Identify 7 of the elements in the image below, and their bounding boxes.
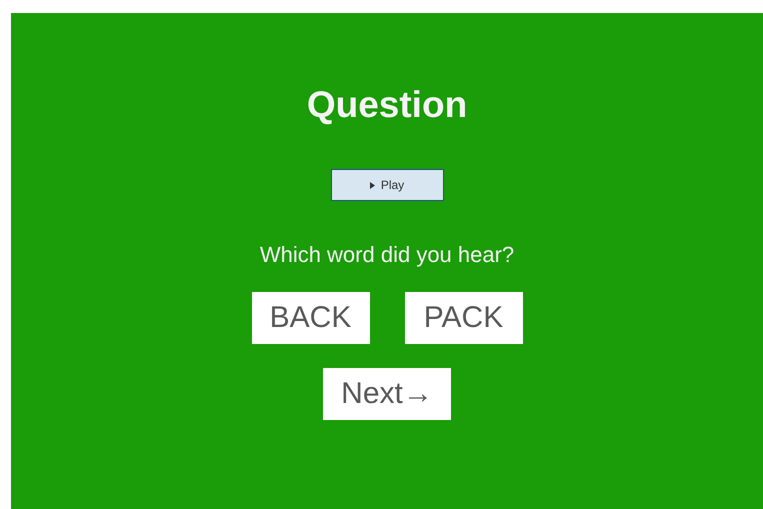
play-button[interactable]: Play — [330, 169, 444, 201]
play-icon — [370, 182, 375, 188]
answer-button[interactable]: BACK — [252, 292, 370, 344]
answer-button[interactable]: PACK — [404, 292, 522, 344]
question-prompt: Which word did you hear? — [260, 241, 514, 269]
question-title: Question — [306, 84, 468, 126]
next-button[interactable]: Next→ — [323, 368, 451, 420]
